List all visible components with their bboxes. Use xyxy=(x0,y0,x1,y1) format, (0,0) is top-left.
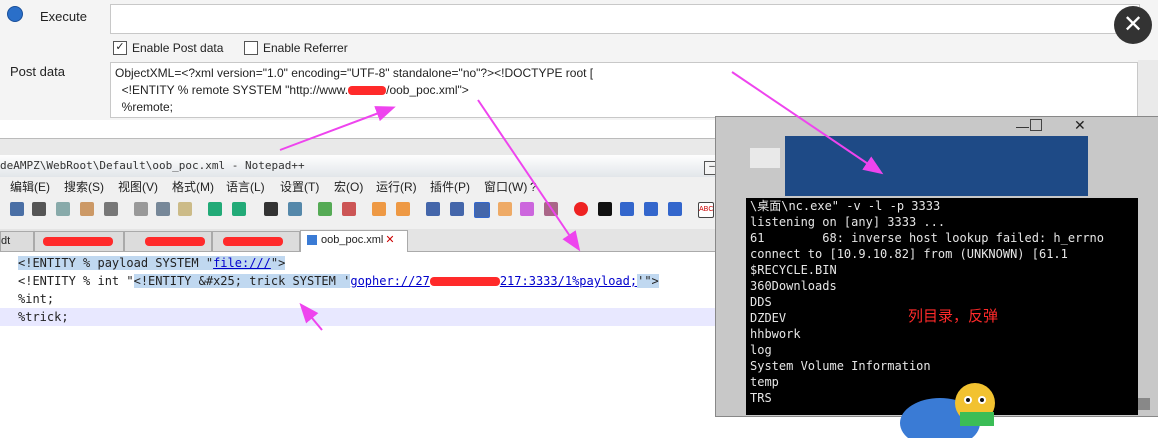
arrow-to-editor xyxy=(477,99,581,252)
arrow-to-code xyxy=(299,302,323,331)
arrow-to-cmd xyxy=(731,71,884,175)
arrow-to-post-data xyxy=(279,106,396,151)
annotation-arrows xyxy=(279,71,884,331)
close-overlay-button[interactable]: ✕ xyxy=(1114,6,1152,44)
